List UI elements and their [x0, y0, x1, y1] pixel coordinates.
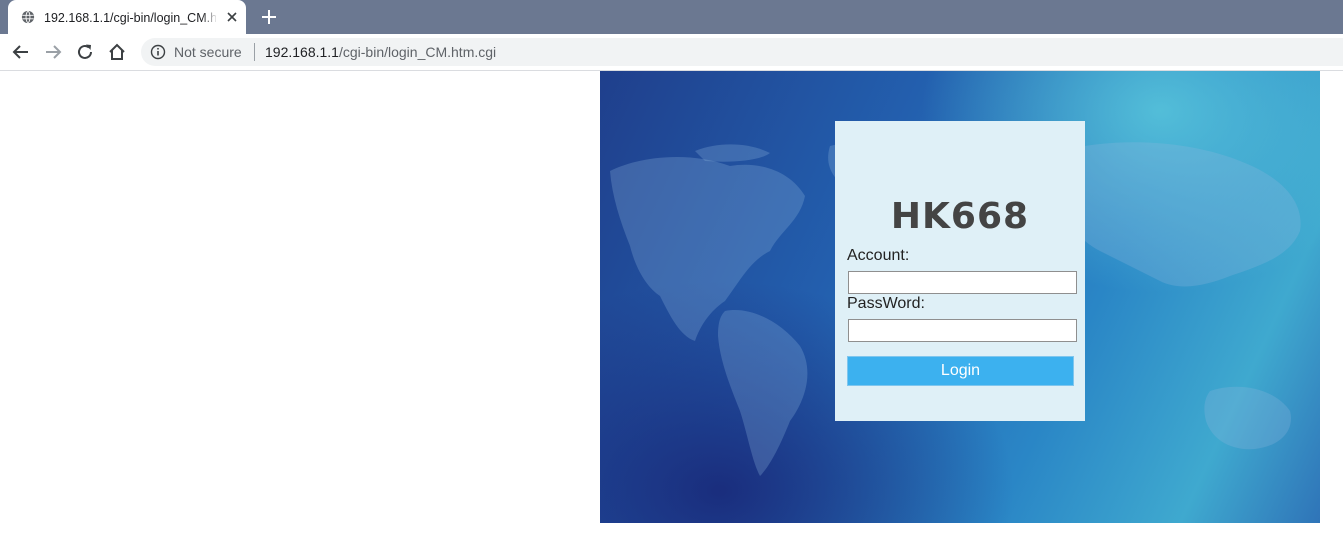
tab-title-fade — [202, 8, 218, 28]
password-input[interactable] — [848, 319, 1077, 342]
globe-icon — [21, 10, 35, 24]
browser-tabstrip: 192.168.1.1/cgi-bin/login_CM.htm.cgi — [0, 0, 1343, 34]
brand-title: HK668 — [890, 196, 1030, 237]
plus-icon[interactable] — [260, 8, 278, 26]
info-icon[interactable] — [150, 44, 166, 60]
login-panel: HK668 Account: PassWord: Login — [835, 121, 1085, 421]
url-host: 192.168.1.1 — [265, 44, 339, 60]
account-label: Account: — [847, 247, 910, 264]
forward-arrow-icon[interactable] — [43, 42, 63, 62]
home-icon[interactable] — [107, 42, 127, 62]
account-input[interactable] — [848, 271, 1077, 294]
login-button[interactable]: Login — [847, 356, 1074, 386]
browser-toolbar: Not secure 192.168.1.1/cgi-bin/login_CM.… — [0, 34, 1343, 71]
tab-title: 192.168.1.1/cgi-bin/login_CM.htm.cgi — [44, 11, 216, 25]
reload-icon[interactable] — [75, 42, 95, 62]
browser-tab[interactable]: 192.168.1.1/cgi-bin/login_CM.htm.cgi — [8, 0, 246, 34]
url-text[interactable]: 192.168.1.1/cgi-bin/login_CM.htm.cgi — [265, 44, 496, 60]
close-icon[interactable] — [224, 9, 240, 25]
url-path: /cgi-bin/login_CM.htm.cgi — [338, 44, 497, 60]
back-arrow-icon[interactable] — [11, 42, 31, 62]
omnibox-divider — [254, 43, 255, 61]
address-bar[interactable]: Not secure 192.168.1.1/cgi-bin/login_CM.… — [141, 38, 1343, 66]
password-label: PassWord: — [847, 295, 925, 312]
security-status[interactable]: Not secure — [174, 44, 242, 60]
